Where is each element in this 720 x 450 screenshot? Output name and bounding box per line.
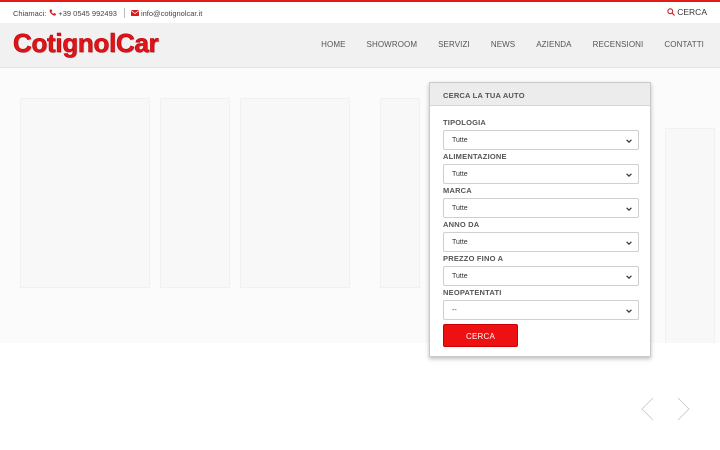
search-icon	[667, 8, 676, 16]
phone-icon	[49, 8, 57, 18]
prezzo-select[interactable]: Tutte	[443, 266, 639, 286]
nav-contatti[interactable]: CONTATTI	[664, 40, 704, 49]
nav-servizi[interactable]: SERVIZI	[438, 40, 470, 49]
phone-link[interactable]: +39 0545 992493	[58, 9, 117, 18]
car-search-panel: CERCA LA TUA AUTO TIPOLOGIA Tutte ALIMEN…	[429, 82, 651, 357]
field-label: MARCA	[443, 186, 472, 195]
field-label: NEOPATENTATI	[443, 288, 502, 297]
hero-background-shape	[240, 98, 350, 288]
select-value: --	[452, 307, 457, 314]
nav-showroom[interactable]: SHOWROOM	[367, 40, 418, 49]
nav-news[interactable]: NEWS	[491, 40, 515, 49]
neopatentati-select[interactable]: --	[443, 300, 639, 320]
hero-floor	[0, 343, 720, 450]
slider-next-icon[interactable]	[673, 396, 693, 422]
select-value: Tutte	[452, 273, 468, 280]
contact-info: Chiamaci: +39 0545 992493 info@cotignolc…	[13, 8, 202, 18]
marca-select[interactable]: Tutte	[443, 198, 639, 218]
chevron-down-icon	[626, 173, 632, 178]
site-logo[interactable]: CotignolCar	[13, 28, 159, 59]
nav-azienda[interactable]: AZIENDA	[536, 40, 571, 49]
hero-background-shape	[665, 128, 715, 348]
chevron-down-icon	[626, 207, 632, 212]
top-search-button[interactable]: CERCA	[667, 7, 707, 17]
anno-da-field: ANNO DA Tutte	[443, 220, 639, 252]
field-label: ALIMENTAZIONE	[443, 152, 507, 161]
prezzo-field: PREZZO FINO A Tutte	[443, 254, 639, 286]
alimentazione-field: ALIMENTAZIONE Tutte	[443, 152, 639, 184]
select-value: Tutte	[452, 239, 468, 246]
hero-background-shape	[380, 98, 420, 288]
hero-background-shape	[160, 98, 230, 288]
field-label: ANNO DA	[443, 220, 480, 229]
select-value: Tutte	[452, 205, 468, 212]
call-label: Chiamaci:	[13, 8, 47, 18]
marca-field: MARCA Tutte	[443, 186, 639, 218]
top-search-label: CERCA	[677, 7, 707, 17]
tipologia-select[interactable]: Tutte	[443, 130, 639, 150]
select-value: Tutte	[452, 137, 468, 144]
select-value: Tutte	[452, 171, 468, 178]
alimentazione-select[interactable]: Tutte	[443, 164, 639, 184]
field-label: TIPOLOGIA	[443, 118, 487, 127]
chevron-down-icon	[626, 139, 632, 144]
tipologia-field: TIPOLOGIA Tutte	[443, 118, 639, 150]
neopatentati-field: NEOPATENTATI --	[443, 288, 639, 320]
slider-prev-icon[interactable]	[638, 396, 658, 422]
chevron-down-icon	[626, 275, 632, 280]
panel-title: CERCA LA TUA AUTO	[430, 83, 650, 106]
top-bar: Chiamaci: +39 0545 992493 info@cotignolc…	[0, 0, 720, 23]
email-link[interactable]: info@cotignolcar.it	[141, 9, 202, 18]
search-submit-button[interactable]: CERCA	[443, 324, 518, 347]
hero-background-shape	[20, 98, 150, 288]
field-label: PREZZO FINO A	[443, 254, 504, 263]
nav-recensioni[interactable]: RECENSIONI	[593, 40, 644, 49]
anno-da-select[interactable]: Tutte	[443, 232, 639, 252]
main-nav: HOME SHOWROOM SERVIZI NEWS AZIENDA RECEN…	[300, 40, 704, 49]
chevron-down-icon	[626, 241, 632, 246]
chevron-down-icon	[626, 309, 632, 314]
envelope-icon	[130, 9, 140, 18]
nav-home[interactable]: HOME	[321, 40, 345, 49]
site-header: CotignolCar HOME SHOWROOM SERVIZI NEWS A…	[0, 23, 720, 68]
divider	[123, 8, 125, 18]
